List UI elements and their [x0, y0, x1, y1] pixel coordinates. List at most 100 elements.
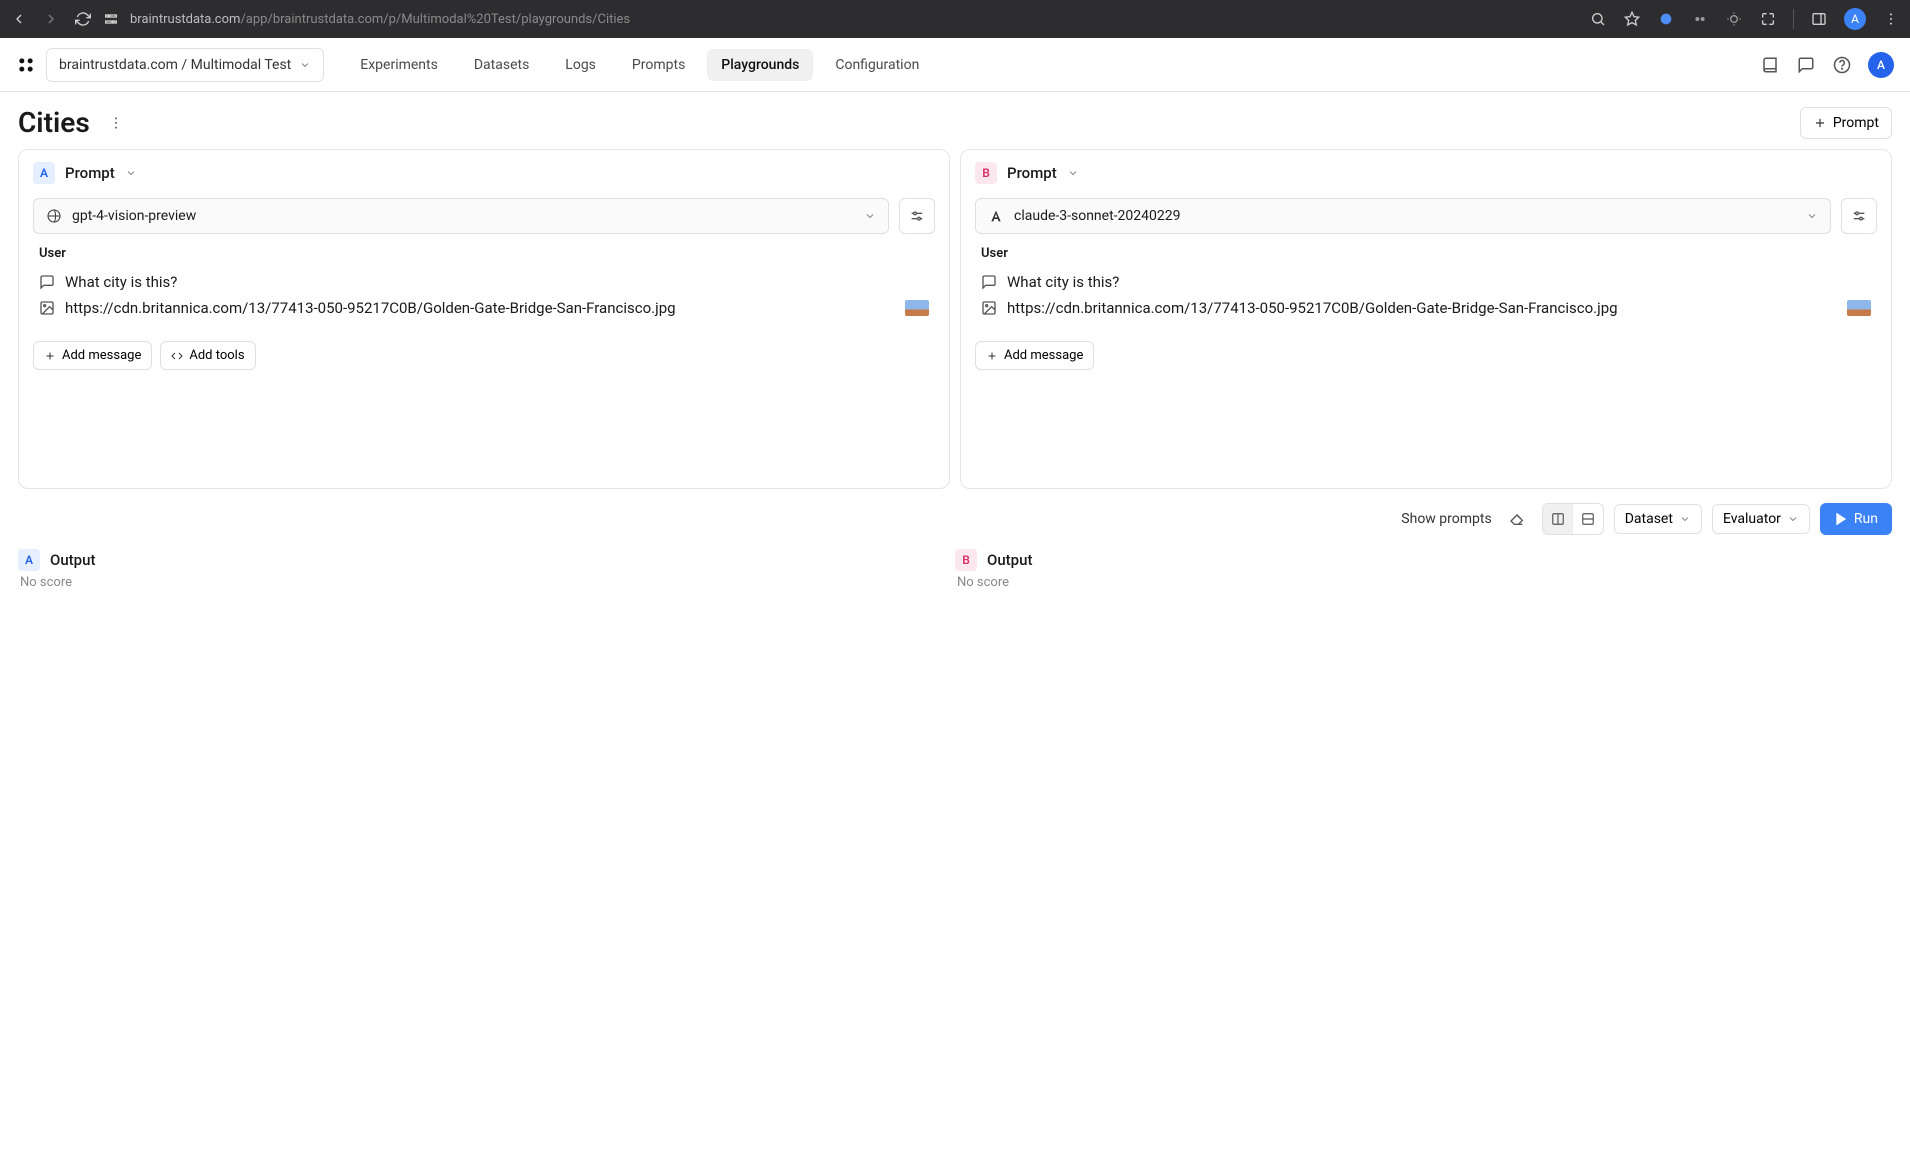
docs-icon[interactable] — [1760, 55, 1780, 75]
app-header: braintrustdata.com / Multimodal Test Exp… — [0, 38, 1910, 92]
message-image-line[interactable]: https://cdn.britannica.com/13/77413-050-… — [975, 295, 1877, 321]
output-title: Output — [50, 551, 95, 569]
tab-experiments[interactable]: Experiments — [346, 49, 452, 81]
breadcrumb-text: braintrustdata.com / Multimodal Test — [59, 57, 291, 73]
back-button[interactable] — [10, 10, 28, 28]
app-logo[interactable] — [16, 55, 36, 75]
user-label: User — [981, 246, 1877, 261]
url-host: braintrustdata.com — [130, 12, 240, 27]
tab-logs[interactable]: Logs — [551, 49, 610, 81]
tab-playgrounds[interactable]: Playgrounds — [707, 49, 813, 81]
panel-title: Prompt — [65, 164, 115, 182]
add-message-label: Add message — [1004, 348, 1083, 363]
chevron-down-icon[interactable] — [125, 167, 137, 179]
tab-prompts[interactable]: Prompts — [618, 49, 699, 81]
model-settings-button[interactable] — [1841, 198, 1877, 234]
output-title: Output — [987, 551, 1032, 569]
image-thumbnail[interactable] — [905, 300, 929, 316]
show-prompts-link[interactable]: Show prompts — [1401, 511, 1491, 527]
output-badge-b: B — [955, 549, 977, 571]
evaluator-dropdown[interactable]: Evaluator — [1712, 504, 1810, 534]
dataset-dropdown[interactable]: Dataset — [1614, 504, 1702, 534]
add-message-button[interactable]: Add message — [33, 341, 152, 370]
code-icon — [171, 350, 183, 362]
prompt-panel-a: A Prompt gpt-4-vision-preview User What … — [18, 149, 950, 489]
prompt-panels: A Prompt gpt-4-vision-preview User What … — [0, 149, 1910, 489]
bookmark-icon[interactable] — [1623, 10, 1641, 28]
image-url: https://cdn.britannica.com/13/77413-050-… — [65, 299, 676, 317]
no-score-text: No score — [18, 575, 955, 590]
separator — [1793, 9, 1794, 29]
dataset-label: Dataset — [1625, 511, 1673, 527]
add-prompt-button[interactable]: Prompt — [1800, 107, 1892, 139]
image-url: https://cdn.britannica.com/13/77413-050-… — [1007, 299, 1618, 317]
plus-icon — [1813, 116, 1827, 130]
message-image-line[interactable]: https://cdn.britannica.com/13/77413-050-… — [33, 295, 935, 321]
model-name: gpt-4-vision-preview — [72, 208, 854, 224]
url-path: /app/braintrustdata.com/p/Multimodal%20T… — [240, 12, 630, 27]
chevron-down-icon — [864, 210, 876, 222]
tab-configuration[interactable]: Configuration — [821, 49, 933, 81]
extension-icon-1[interactable] — [1657, 10, 1675, 28]
chevron-down-icon — [1679, 513, 1691, 525]
help-icon[interactable] — [1832, 55, 1852, 75]
extension-icon-2[interactable] — [1691, 10, 1709, 28]
add-prompt-label: Prompt — [1833, 115, 1879, 131]
model-settings-button[interactable] — [899, 198, 935, 234]
panel-title: Prompt — [1007, 164, 1057, 182]
forward-button[interactable] — [42, 10, 60, 28]
extensions-puzzle-icon[interactable] — [1759, 10, 1777, 28]
browser-chrome: braintrustdata.com/app/braintrustdata.co… — [0, 0, 1910, 38]
message-text: What city is this? — [1007, 273, 1119, 291]
output-toolbar: Show prompts Dataset Evaluator Run — [0, 489, 1910, 545]
output-col-b: B Output No score — [955, 549, 1892, 590]
image-icon — [39, 300, 55, 316]
anthropic-icon — [988, 208, 1004, 224]
chat-icon — [39, 274, 55, 290]
side-panel-icon[interactable] — [1810, 10, 1828, 28]
run-label: Run — [1854, 511, 1878, 527]
view-toggle — [1542, 503, 1604, 535]
model-select-a[interactable]: gpt-4-vision-preview — [33, 198, 889, 234]
add-message-button[interactable]: Add message — [975, 341, 1094, 370]
prompt-panel-b: B Prompt claude-3-sonnet-20240229 User W… — [960, 149, 1892, 489]
profile-avatar[interactable]: A — [1844, 8, 1866, 30]
chevron-down-icon — [299, 59, 311, 71]
output-badge-a: A — [18, 549, 40, 571]
page-menu-button[interactable] — [106, 113, 126, 133]
nav-tabs: Experiments Datasets Logs Prompts Playgr… — [346, 49, 933, 81]
grid-view-button[interactable] — [1543, 504, 1573, 534]
run-button[interactable]: Run — [1820, 503, 1892, 535]
add-tools-button[interactable]: Add tools — [160, 341, 255, 370]
chevron-down-icon[interactable] — [1067, 167, 1079, 179]
message-text-line[interactable]: What city is this? — [33, 269, 935, 295]
evaluator-label: Evaluator — [1723, 511, 1781, 527]
plus-icon — [986, 350, 998, 362]
play-icon — [1834, 512, 1848, 526]
clear-button[interactable] — [1502, 504, 1532, 534]
model-select-b[interactable]: claude-3-sonnet-20240229 — [975, 198, 1831, 234]
message-text-line[interactable]: What city is this? — [975, 269, 1877, 295]
chat-icon[interactable] — [1796, 55, 1816, 75]
zoom-icon[interactable] — [1589, 10, 1607, 28]
title-row: Cities Prompt — [0, 92, 1910, 149]
outputs-row: A Output No score B Output No score — [0, 545, 1910, 594]
menu-dots-icon[interactable] — [1882, 10, 1900, 28]
split-view-button[interactable] — [1573, 504, 1603, 534]
breadcrumb[interactable]: braintrustdata.com / Multimodal Test — [46, 48, 324, 82]
page-title: Cities — [18, 106, 90, 139]
url-bar[interactable]: braintrustdata.com/app/braintrustdata.co… — [102, 10, 1579, 28]
reload-button[interactable] — [74, 10, 92, 28]
user-avatar[interactable]: A — [1868, 52, 1894, 78]
panel-badge-a: A — [33, 162, 55, 184]
tab-datasets[interactable]: Datasets — [460, 49, 543, 81]
extension-icon-3[interactable] — [1725, 10, 1743, 28]
image-thumbnail[interactable] — [1847, 300, 1871, 316]
site-settings-icon[interactable] — [102, 10, 120, 28]
panel-badge-b: B — [975, 162, 997, 184]
model-name: claude-3-sonnet-20240229 — [1014, 208, 1796, 224]
output-col-a: A Output No score — [18, 549, 955, 590]
image-icon — [981, 300, 997, 316]
add-tools-label: Add tools — [189, 348, 244, 363]
chevron-down-icon — [1787, 513, 1799, 525]
